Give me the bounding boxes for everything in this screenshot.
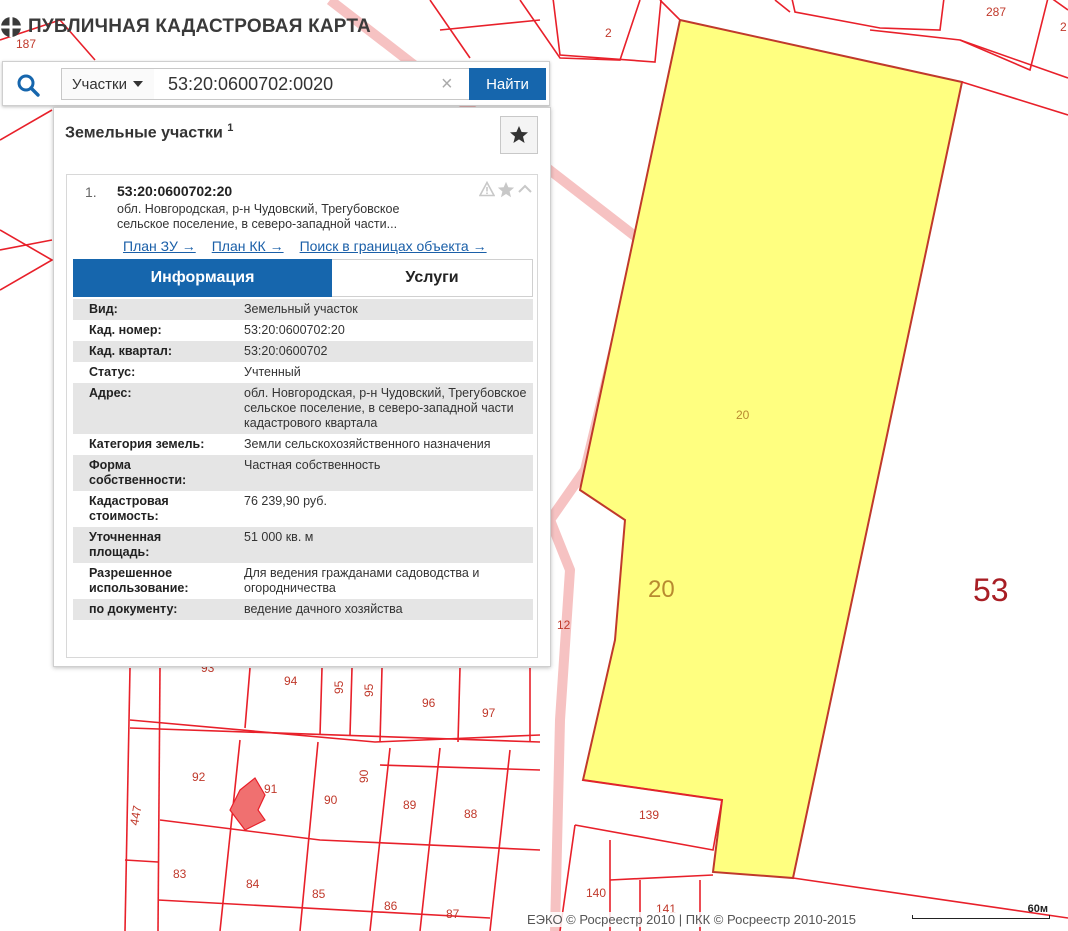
table-row: Адрес: обл. Новгородская, р-н Чудовский,… [73, 383, 533, 434]
search-input[interactable] [154, 68, 470, 100]
result-count: 1 [227, 122, 234, 134]
info-key: Адрес: [89, 386, 132, 400]
scale-bar: 60м [912, 903, 1052, 925]
result-cad-number: 53:20:0600702:20 [117, 183, 233, 199]
result-card[interactable]: 1. 53:20:0600702:20 обл. Новгородская, р… [66, 174, 538, 658]
result-number: 1. [85, 184, 97, 200]
table-row: Кадастровая стоимость: 76 239,90 руб. [73, 491, 533, 527]
map-label-90b: 90 [324, 793, 338, 807]
tab-info[interactable]: Информация [73, 259, 332, 297]
map-label-53: 53 [973, 572, 1009, 608]
map-label-85: 85 [312, 887, 326, 901]
chevron-down-icon [133, 81, 143, 87]
map-label-89: 89 [403, 798, 417, 812]
map-label-90a: 90 [357, 769, 371, 783]
info-key: Вид: [89, 302, 118, 316]
scale-label: 60м [1027, 903, 1048, 915]
map-label-83: 83 [173, 867, 187, 881]
panel-title: Земельные участки 1 [65, 122, 233, 142]
map-label-87: 87 [446, 907, 460, 921]
map-label-91: 91 [264, 782, 278, 796]
chevron-up-icon[interactable] [517, 181, 533, 197]
map-label-84: 84 [246, 877, 260, 891]
plan-zu-link[interactable]: План ЗУ → [123, 238, 196, 254]
search-bar: Участки × Найти [2, 61, 550, 106]
map-label-139: 139 [639, 808, 659, 822]
info-value: ведение дачного хозяйства [244, 602, 403, 616]
table-row: по документу: ведение дачного хозяйства [73, 599, 533, 620]
result-links: План ЗУ → План КК → Поиск в границах объ… [123, 238, 487, 254]
info-key: Разрешенное использование: [89, 566, 189, 595]
info-key: Статус: [89, 365, 136, 379]
info-value: Для ведения гражданами садоводства и ого… [244, 566, 480, 595]
info-key: Кад. номер: [89, 323, 162, 337]
results-panel: Земельные участки 1 1. 53:20:0600702:20 … [53, 107, 551, 667]
table-row: Категория земель: Земли сельскохозяйстве… [73, 434, 533, 455]
info-key: Категория земель: [89, 437, 205, 451]
info-key: по документу: [89, 602, 178, 616]
table-row: Форма собственности: Частная собственнос… [73, 455, 533, 491]
favorites-button[interactable] [500, 116, 538, 154]
map-label-2: 2 [605, 26, 612, 40]
star-icon[interactable] [497, 181, 515, 199]
map-label-20-big: 20 [648, 576, 675, 603]
search-type-label: Участки [72, 75, 127, 93]
map-label-20-small: 20 [736, 408, 750, 422]
info-value: Земли сельскохозяйственного назначения [244, 437, 491, 451]
warning-icon[interactable] [479, 181, 495, 197]
info-value: Учтенный [244, 365, 301, 379]
app-title: ПУБЛИЧНАЯ КАДАСТРОВАЯ КАРТА [28, 16, 371, 37]
search-type-select[interactable]: Участки [61, 68, 155, 100]
panel-title-text: Земельные участки [65, 124, 223, 142]
scale-line [912, 915, 1050, 919]
cad-number-link[interactable]: 53:20:0600702:20 [230, 320, 533, 341]
search-icon[interactable] [15, 72, 41, 98]
clear-icon[interactable]: × [441, 73, 453, 95]
logo-icon [1, 17, 21, 37]
map-label-88: 88 [464, 807, 478, 821]
map-label-95a: 95 [332, 680, 346, 694]
info-key: Уточненная площадь: [89, 530, 162, 559]
info-value: Частная собственность [244, 458, 381, 472]
map-label-95b: 95 [362, 683, 376, 697]
cad-quarter-link[interactable]: 53:20:0600702 [230, 341, 533, 362]
map-label-287: 287 [986, 5, 1006, 19]
info-key: Кад. квартал: [89, 344, 172, 358]
info-table: Вид: Земельный участок Кад. номер: 53:20… [73, 299, 533, 620]
search-in-bounds-link[interactable]: Поиск в границах объекта → [300, 238, 487, 254]
tab-services[interactable]: Услуги [332, 259, 533, 297]
find-button[interactable]: Найти [469, 68, 546, 100]
map-label-2b: 2 [1060, 20, 1067, 34]
table-row: Уточненная площадь: 51 000 кв. м [73, 527, 533, 563]
plan-kk-link[interactable]: План КК → [212, 238, 284, 254]
map-label-140: 140 [586, 886, 606, 900]
table-row: Вид: Земельный участок [73, 299, 533, 320]
table-row: Кад. номер: 53:20:0600702:20 [73, 320, 533, 341]
map-label-97: 97 [482, 706, 496, 720]
table-row: Кад. квартал: 53:20:0600702 [73, 341, 533, 362]
star-icon [510, 126, 528, 143]
map-label-92: 92 [192, 770, 206, 784]
app-logo[interactable]: ПУБЛИЧНАЯ КАДАСТРОВАЯ КАРТА [0, 14, 371, 40]
result-tabs: Информация Услуги [73, 259, 533, 297]
map-label-86: 86 [384, 899, 398, 913]
info-key: Форма собственности: [89, 458, 187, 487]
map-label-96: 96 [422, 696, 436, 710]
info-value: 76 239,90 руб. [244, 494, 327, 508]
info-value: Земельный участок [244, 302, 358, 316]
info-value: обл. Новгородская, р-н Чудовский, Трегуб… [244, 386, 527, 430]
table-row: Разрешенное использование: Для ведения г… [73, 563, 533, 599]
table-row: Статус: Учтенный [73, 362, 533, 383]
map-label-94: 94 [284, 674, 298, 688]
info-key: Кадастровая стоимость: [89, 494, 169, 523]
result-address: обл. Новгородская, р-н Чудовский, Трегуб… [117, 202, 400, 231]
map-label-12: 12 [557, 618, 571, 632]
map-attribution: ЕЭКО © Росреестр 2010 | ПКК © Росреестр … [527, 912, 856, 927]
card-actions [479, 181, 533, 199]
info-value: 51 000 кв. м [244, 530, 314, 544]
